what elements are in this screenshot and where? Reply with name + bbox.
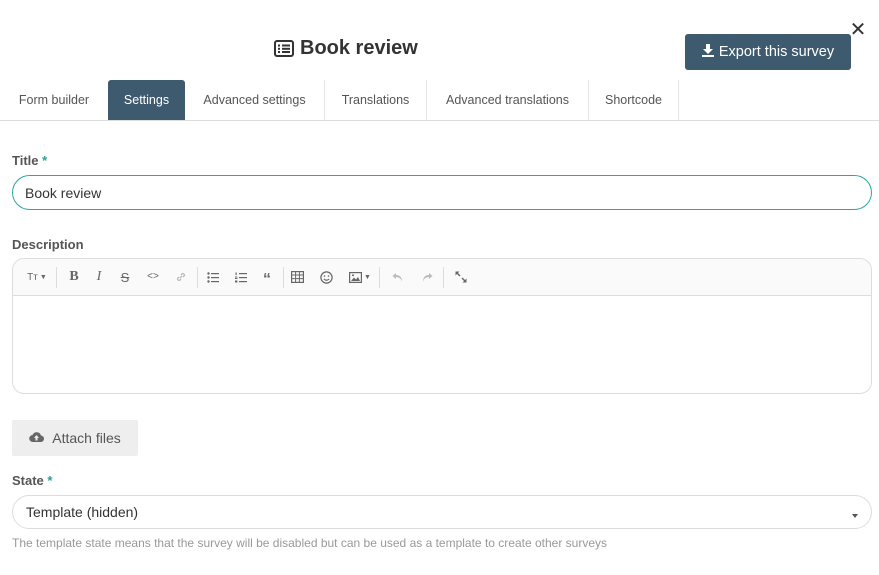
- state-label-text: State: [12, 473, 44, 488]
- numbered-list-icon[interactable]: [233, 267, 249, 287]
- tab-advanced-settings[interactable]: Advanced settings: [185, 80, 324, 120]
- link-icon[interactable]: [173, 267, 189, 287]
- editor-toolbar: Tт ▼ B I S <> “ ▼: [13, 259, 871, 296]
- tab-label: Advanced settings: [203, 93, 306, 107]
- chevron-down-icon: [852, 514, 858, 518]
- export-survey-button[interactable]: Export this survey: [685, 34, 851, 70]
- tab-settings[interactable]: Settings: [108, 80, 185, 120]
- attach-files-button[interactable]: Attach files: [12, 420, 138, 456]
- tab-label: Advanced translations: [446, 93, 569, 107]
- bold-icon[interactable]: B: [66, 267, 82, 287]
- redo-icon[interactable]: [419, 267, 435, 287]
- title-label-text: Title: [12, 153, 39, 168]
- tab-label: Settings: [123, 93, 170, 107]
- tab-advanced-translations[interactable]: Advanced translations: [427, 80, 588, 120]
- list-alt-icon: [274, 39, 294, 57]
- download-icon: [701, 43, 714, 61]
- toolbar-divider: [443, 267, 444, 288]
- bullet-list-icon[interactable]: [205, 267, 221, 287]
- heading-icon[interactable]: Tт ▼: [25, 267, 49, 287]
- state-select[interactable]: Template (hidden): [12, 495, 872, 529]
- image-icon[interactable]: ▼: [347, 267, 373, 287]
- state-label: State *: [12, 473, 52, 488]
- tab-label: Form builder: [18, 93, 90, 107]
- description-editor: Tт ▼ B I S <> “ ▼: [12, 258, 872, 394]
- attach-label: Attach files: [52, 430, 121, 446]
- cloud-upload-icon: [29, 430, 45, 446]
- tab-label: Shortcode: [605, 93, 662, 107]
- emoji-icon[interactable]: [318, 267, 334, 287]
- page-title-text: Book review: [300, 36, 418, 59]
- italic-icon[interactable]: I: [91, 267, 107, 287]
- toolbar-divider: [283, 267, 284, 288]
- page-title: Book review: [274, 36, 418, 60]
- tab-translations[interactable]: Translations: [325, 80, 426, 120]
- description-textarea[interactable]: [13, 296, 871, 393]
- tab-label: Translations: [341, 93, 410, 107]
- tab-divider: [678, 80, 679, 120]
- caret-icon: ▼: [364, 273, 371, 281]
- description-label: Description: [12, 237, 84, 252]
- undo-icon[interactable]: [390, 267, 406, 287]
- required-mark: *: [42, 153, 48, 168]
- toolbar-divider: [379, 267, 380, 288]
- close-icon[interactable]: ✕: [849, 20, 867, 40]
- tab-shortcode[interactable]: Shortcode: [589, 80, 678, 120]
- toolbar-divider: [56, 267, 57, 288]
- strikethrough-icon[interactable]: S: [117, 267, 133, 287]
- export-label: Export this survey: [718, 44, 835, 60]
- toolbar-divider: [197, 267, 198, 288]
- quote-icon[interactable]: “: [259, 267, 275, 288]
- state-help-text: The template state means that the survey…: [12, 536, 607, 550]
- tab-form-builder[interactable]: Form builder: [0, 80, 108, 120]
- code-icon[interactable]: <>: [145, 267, 161, 287]
- caret-icon: ▼: [39, 273, 47, 281]
- state-selected-value: Template (hidden): [26, 504, 139, 520]
- title-input[interactable]: [12, 175, 872, 210]
- heading-glyph: Tт: [27, 271, 38, 283]
- title-label: Title *: [12, 153, 47, 168]
- tab-bar: Form builder Settings Advanced settings …: [0, 80, 879, 121]
- table-icon[interactable]: [289, 267, 305, 287]
- fullscreen-icon[interactable]: [453, 267, 469, 287]
- required-mark: *: [47, 473, 53, 488]
